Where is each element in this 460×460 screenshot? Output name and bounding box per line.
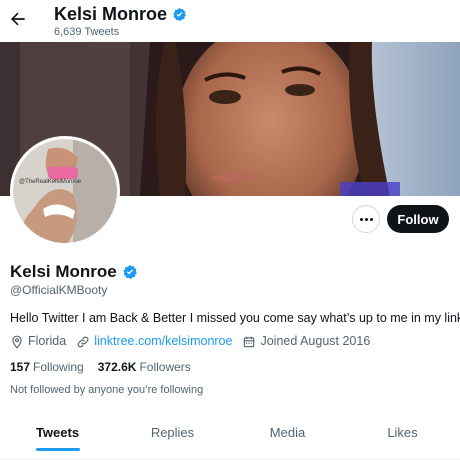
tab-label: Tweets: [35, 425, 80, 440]
avatar-watermark: @TheRealKelsiMonroe: [19, 179, 82, 185]
followers-count: 372.6K: [97, 360, 137, 374]
profile-meta: Florida linktree.com/kelsimonroe Joined …: [10, 334, 380, 349]
follow-button[interactable]: Follow: [387, 205, 449, 233]
verified-badge-icon: [123, 265, 137, 279]
profile-bio: Hello Twitter I am Back & Better I misse…: [10, 311, 460, 325]
not-followed-notice: Not followed by anyone you’re following: [10, 384, 204, 396]
profile-avatar[interactable]: @TheRealKelsiMonroe: [10, 136, 120, 246]
location-text: Florida: [28, 334, 67, 348]
joined-item: Joined August 2016: [242, 334, 370, 349]
following-count: 157: [10, 360, 31, 374]
tab-label: Media: [269, 425, 306, 440]
more-options-icon: [359, 217, 363, 221]
more-options-button[interactable]: [352, 205, 380, 233]
followers-link[interactable]: 372.6K Followers: [98, 360, 191, 374]
tab-tweets[interactable]: Tweets: [0, 414, 115, 459]
tab-replies[interactable]: Replies: [115, 414, 230, 459]
top-bar: Kelsi Monroe 6,639 Tweets: [0, 0, 460, 42]
tab-label: Likes: [387, 425, 418, 440]
profile-stats: 157 Following 372.6K Followers: [10, 360, 205, 374]
profile-handle: @OfficialKMBooty: [10, 283, 108, 297]
back-button[interactable]: [8, 9, 28, 29]
following-link[interactable]: 157 Following: [10, 360, 84, 374]
joined-text: Joined August 2016: [260, 334, 371, 348]
link-icon: [77, 336, 89, 347]
tab-label: Replies: [150, 425, 195, 440]
tab-media[interactable]: Media: [230, 414, 345, 459]
active-tab-indicator: [35, 448, 80, 451]
location-pin-icon: [12, 335, 22, 349]
calendar-icon: [244, 336, 255, 347]
arrow-left-icon: [11, 12, 25, 26]
following-label: Following: [33, 360, 84, 374]
header-name-row: Kelsi Monroe: [54, 3, 187, 25]
followers-label: Followers: [139, 360, 191, 374]
profile-tabs: Tweets Replies Media Likes: [0, 414, 460, 460]
profile-name-row: Kelsi Monroe: [10, 262, 138, 282]
location-item: Florida: [10, 334, 66, 349]
profile-name: Kelsi Monroe: [10, 262, 117, 281]
website-link[interactable]: linktree.com/kelsimonroe: [94, 334, 232, 349]
tab-likes[interactable]: Likes: [345, 414, 460, 459]
verified-badge-icon: [173, 7, 186, 21]
header-profile-name: Kelsi Monroe: [54, 4, 168, 24]
tweet-count: 6,639 Tweets: [54, 26, 120, 38]
website-item: linktree.com/kelsimonroe: [76, 334, 232, 349]
